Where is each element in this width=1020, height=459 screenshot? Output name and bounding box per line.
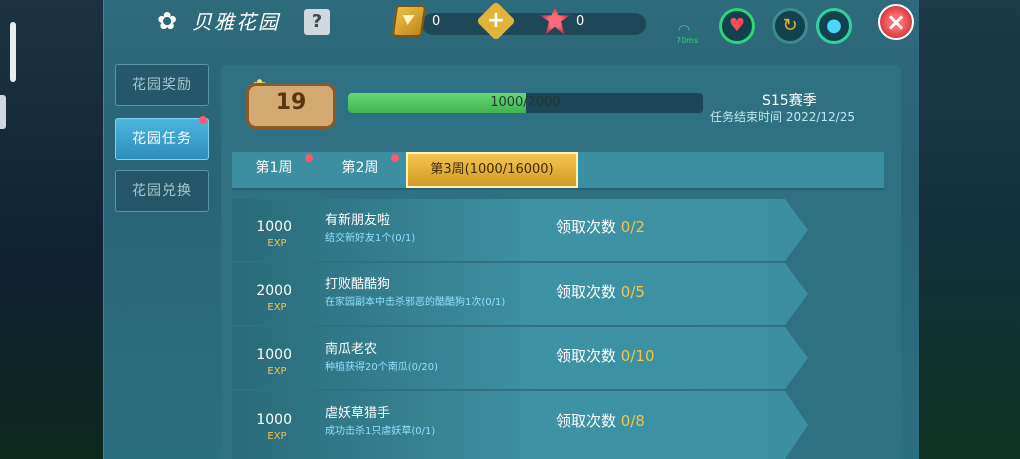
claim-count-value: 0/8 xyxy=(620,412,645,430)
task-exp-label: EXP xyxy=(267,431,287,442)
task-exp-value: 1000 xyxy=(256,347,292,363)
water-drop-icon[interactable]: ● xyxy=(816,8,852,44)
claim-count-value: 0/10 xyxy=(620,347,655,365)
ping-label: 70ms xyxy=(676,36,699,45)
claim-count: 领取次数 0/10 xyxy=(556,345,654,366)
stamina-icon[interactable]: ↻ xyxy=(772,8,808,44)
close-button[interactable]: × xyxy=(878,4,914,40)
claim-count: 领取次数 0/5 xyxy=(556,281,645,302)
notification-dot xyxy=(391,154,399,162)
task-exp-value: 1000 xyxy=(256,219,292,235)
claim-count-label: 领取次数 xyxy=(556,412,617,430)
page-title: 贝雅花园 xyxy=(192,10,280,34)
level-badge: 19 xyxy=(246,83,336,129)
task-exp-value: 1000 xyxy=(256,412,292,428)
sidebar-item-exchange[interactable]: 花园兑换 xyxy=(115,170,209,212)
task-description: 成功击杀1只虐妖草(0/1) xyxy=(325,426,436,437)
gem-icon xyxy=(391,5,427,37)
gem-value: 0 xyxy=(432,14,441,29)
flower-icon: ✿ xyxy=(156,7,178,35)
notification-dot xyxy=(305,154,313,162)
claim-count: 领取次数 0/8 xyxy=(556,410,645,431)
task-description: 在家园副本中击杀邪恶的酷酷狗1次(0/1) xyxy=(325,297,506,308)
claim-count-label: 领取次数 xyxy=(556,347,617,365)
level-progress-bar: 1000/2000 xyxy=(348,93,703,113)
plus-icon: + xyxy=(486,8,506,33)
task-exp-label: EXP xyxy=(267,302,287,313)
task-exp-label: EXP xyxy=(267,238,287,249)
sidebar-item-rewards[interactable]: 花园奖励 xyxy=(115,64,209,106)
season-end-time: 任务结束时间 2022/12/25 xyxy=(710,110,855,124)
sidebar-item-tasks[interactable]: 花园任务 xyxy=(115,118,209,160)
notification-dot xyxy=(199,116,207,124)
tab-week-1[interactable]: 第1周 xyxy=(244,152,304,188)
add-gem-button[interactable]: + xyxy=(476,1,516,41)
level-progress-text: 1000/2000 xyxy=(490,95,561,110)
task-name: 有新朋友啦 xyxy=(325,213,391,228)
season-name: S15赛季 xyxy=(762,93,817,109)
left-background xyxy=(0,0,105,459)
tab-week-3[interactable]: 第3周(1000/16000) xyxy=(406,152,578,188)
task-row[interactable] xyxy=(232,327,808,389)
task-row[interactable] xyxy=(232,263,808,325)
task-name: 南瓜老农 xyxy=(325,342,378,357)
claim-count-value: 0/2 xyxy=(620,218,645,236)
task-name: 虐妖草猎手 xyxy=(325,406,391,421)
claim-count-label: 领取次数 xyxy=(556,218,617,236)
task-name: 打败酷酷狗 xyxy=(325,277,391,292)
task-description: 结交新好友1个(0/1) xyxy=(325,233,416,244)
token-value: 0 xyxy=(576,14,585,29)
header-bar: ✿ 贝雅花园 ? 0 + 0 ◠ 70ms ♥ ↻ ● × xyxy=(104,0,919,46)
claim-count-label: 领取次数 xyxy=(556,283,617,301)
task-row[interactable] xyxy=(232,199,808,261)
side-tab-handle[interactable] xyxy=(0,95,6,129)
task-exp-label: EXP xyxy=(267,366,287,377)
help-button[interactable]: ? xyxy=(304,9,330,35)
task-exp-value: 2000 xyxy=(256,283,292,299)
side-handle[interactable] xyxy=(10,22,16,82)
task-description: 种植获得20个南瓜(0/20) xyxy=(325,362,438,373)
claim-count-value: 0/5 xyxy=(620,283,645,301)
heart-icon[interactable]: ♥ xyxy=(719,8,755,44)
tab-week-2[interactable]: 第2周 xyxy=(330,152,390,188)
claim-count: 领取次数 0/2 xyxy=(556,216,645,237)
